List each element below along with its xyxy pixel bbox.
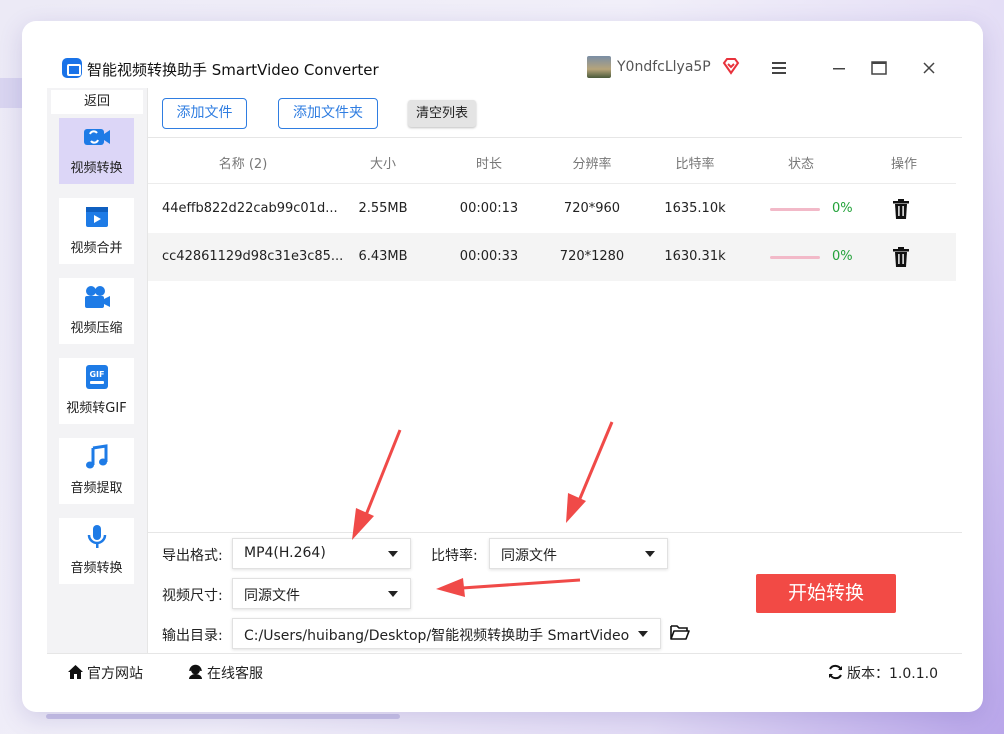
file-size: 2.55MB (358, 201, 408, 216)
sidebar-item-audio-extract[interactable]: 音频提取 (59, 438, 134, 504)
title-bar: 智能视频转换助手 SmartVideo Converter Y0ndfcLlya… (47, 48, 962, 88)
sidebar-item-label: 视频压缩 (70, 321, 123, 336)
folder-open-icon[interactable] (670, 623, 690, 641)
file-duration: 00:00:33 (459, 249, 519, 264)
header-actions: 操作 (890, 157, 917, 172)
add-folder-button[interactable]: 添加文件夹 (278, 98, 378, 129)
trash-icon[interactable] (893, 199, 909, 219)
username[interactable]: Y0ndfcLlya5P (617, 59, 711, 75)
file-resolution: 720*1280 (559, 249, 625, 264)
sidebar-item-video-to-gif[interactable]: GIF 视频转GIF (59, 358, 134, 424)
header-bitrate[interactable]: 比特率 (670, 153, 720, 172)
sidebar-item-video-merge[interactable]: 视频合并 (59, 198, 134, 264)
format-value: MP4(H.264) (244, 545, 326, 561)
chevron-down-icon (645, 551, 655, 557)
menu-icon[interactable] (767, 56, 791, 80)
trash-icon[interactable] (893, 247, 909, 267)
sidebar: 返回 视频转换 视频合并 视频压缩 GIF 视频转GIF 音频提取 音频转换 (47, 88, 147, 653)
settings-divider (148, 532, 962, 533)
back-button[interactable]: 返回 (51, 90, 143, 114)
progress-percent: 0% (832, 249, 853, 264)
customer-service-icon (189, 664, 202, 679)
header-status: 状态 (787, 157, 814, 172)
file-size: 6.43MB (358, 249, 408, 264)
microphone-icon (87, 525, 107, 548)
version-info[interactable]: 版本：1.0.1.0 (827, 663, 938, 683)
sidebar-item-label: 视频转换 (70, 161, 123, 176)
size-label: 视频尺寸: (162, 588, 223, 604)
version-label: 版本：1.0.1.0 (847, 666, 938, 682)
close-icon[interactable] (917, 56, 941, 80)
table-header: 名称 (2) 大小 时长 分辨率 比特率 状态 操作 (148, 140, 956, 184)
gif-icon: GIF (86, 365, 108, 389)
header-resolution[interactable]: 分辨率 (567, 153, 617, 172)
table-row[interactable]: cc42861129d98c31e3c85... 6.43MB 00:00:33… (148, 233, 956, 281)
sidebar-item-label: 视频转GIF (66, 401, 127, 416)
app-title: 智能视频转换助手 SmartVideo Converter (87, 61, 379, 79)
progress-bar (770, 256, 820, 259)
chevron-down-icon (388, 551, 398, 557)
size-value: 同源文件 (244, 588, 300, 604)
bitrate-select[interactable]: 同源文件 (489, 538, 668, 569)
chevron-down-icon (638, 631, 648, 637)
sidebar-item-label: 音频提取 (70, 481, 123, 496)
footer: 官方网站 在线客服 版本：1.0.1.0 (47, 653, 962, 689)
app-window: 智能视频转换助手 SmartVideo Converter Y0ndfcLlya… (47, 48, 962, 689)
output-dir-value: C:/Users/huibang/Desktop/智能视频转换助手 SmartV… (244, 628, 630, 644)
size-select[interactable]: 同源文件 (232, 578, 411, 609)
app-logo-icon (62, 58, 82, 78)
add-file-button[interactable]: 添加文件 (162, 98, 247, 129)
svg-text:GIF: GIF (89, 370, 104, 379)
format-label: 导出格式: (162, 548, 223, 564)
file-name: 44effb822d22cab99c01d... (162, 201, 338, 216)
chevron-down-icon (388, 591, 398, 597)
file-name: cc42861129d98c31e3c85... (162, 249, 344, 264)
video-compress-icon (85, 286, 110, 308)
progress-bar (770, 208, 820, 211)
file-resolution: 720*960 (563, 201, 621, 216)
bitrate-label: 比特率: (431, 548, 478, 564)
sidebar-item-audio-convert[interactable]: 音频转换 (59, 518, 134, 584)
sidebar-item-label: 视频合并 (70, 241, 123, 256)
online-support-link[interactable]: 在线客服 (187, 663, 263, 683)
background-line (46, 714, 400, 719)
output-dir-label: 输出目录: (162, 628, 223, 644)
file-duration: 00:00:13 (459, 201, 519, 216)
online-support-label: 在线客服 (207, 666, 263, 682)
file-bitrate: 1630.31k (664, 249, 726, 264)
table-row[interactable]: 44effb822d22cab99c01d... 2.55MB 00:00:13… (148, 185, 956, 233)
progress-percent: 0% (832, 201, 853, 216)
sidebar-item-video-compress[interactable]: 视频压缩 (59, 278, 134, 344)
output-dir-select[interactable]: C:/Users/huibang/Desktop/智能视频转换助手 SmartV… (232, 618, 661, 649)
sidebar-item-video-convert[interactable]: 视频转换 (59, 118, 134, 184)
format-select[interactable]: MP4(H.264) (232, 538, 411, 569)
maximize-icon[interactable] (867, 56, 891, 80)
sidebar-item-label: 音频转换 (70, 561, 123, 576)
official-website-label: 官方网站 (87, 666, 143, 682)
clear-list-button[interactable]: 清空列表 (408, 100, 476, 127)
avatar[interactable] (587, 56, 611, 78)
file-bitrate: 1635.10k (664, 201, 726, 216)
video-convert-icon (84, 129, 110, 145)
header-duration[interactable]: 时长 (464, 153, 514, 172)
header-name[interactable]: 名称 (2) (218, 153, 268, 172)
header-size[interactable]: 大小 (358, 153, 408, 172)
start-convert-button[interactable]: 开始转换 (756, 574, 896, 613)
toolbar-divider (148, 137, 962, 138)
music-note-icon (86, 444, 108, 469)
refresh-icon (829, 664, 842, 680)
bitrate-value: 同源文件 (501, 548, 557, 564)
minimize-icon[interactable] (827, 56, 851, 80)
vip-diamond-icon[interactable] (722, 57, 740, 75)
official-website-link[interactable]: 官方网站 (67, 663, 143, 683)
home-icon (68, 665, 83, 679)
video-merge-icon (86, 207, 108, 227)
